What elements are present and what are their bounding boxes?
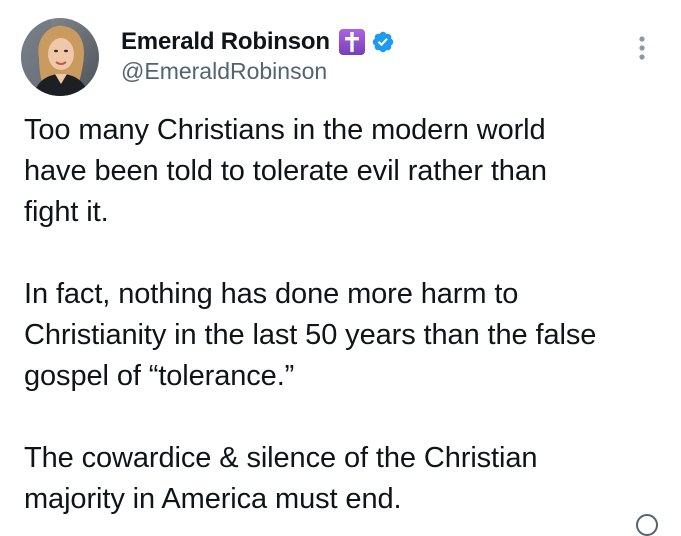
tweet-text: Too many Christians in the modern world … bbox=[24, 110, 674, 520]
partial-circle-icon bbox=[636, 514, 658, 536]
latin-cross-icon bbox=[338, 28, 366, 56]
tweet-card: Emerald Robinson @EmeraldRobinson Too ma… bbox=[0, 0, 681, 536]
avatar-photo bbox=[21, 18, 99, 96]
avatar[interactable] bbox=[21, 18, 99, 96]
tweet-paragraph: The cowardice & silence of the Christian… bbox=[24, 442, 538, 515]
author-handle[interactable]: @EmeraldRobinson bbox=[121, 58, 327, 85]
author-display-name[interactable]: Emerald Robinson bbox=[121, 28, 330, 56]
author-name-row: Emerald Robinson bbox=[121, 27, 395, 57]
tweet-paragraph: Too many Christians in the modern world … bbox=[24, 114, 547, 228]
more-options-button[interactable] bbox=[632, 33, 652, 63]
more-vertical-icon bbox=[639, 36, 645, 60]
verified-check-icon bbox=[371, 30, 395, 54]
tweet-paragraph: In fact, nothing has done more harm to C… bbox=[24, 278, 597, 392]
